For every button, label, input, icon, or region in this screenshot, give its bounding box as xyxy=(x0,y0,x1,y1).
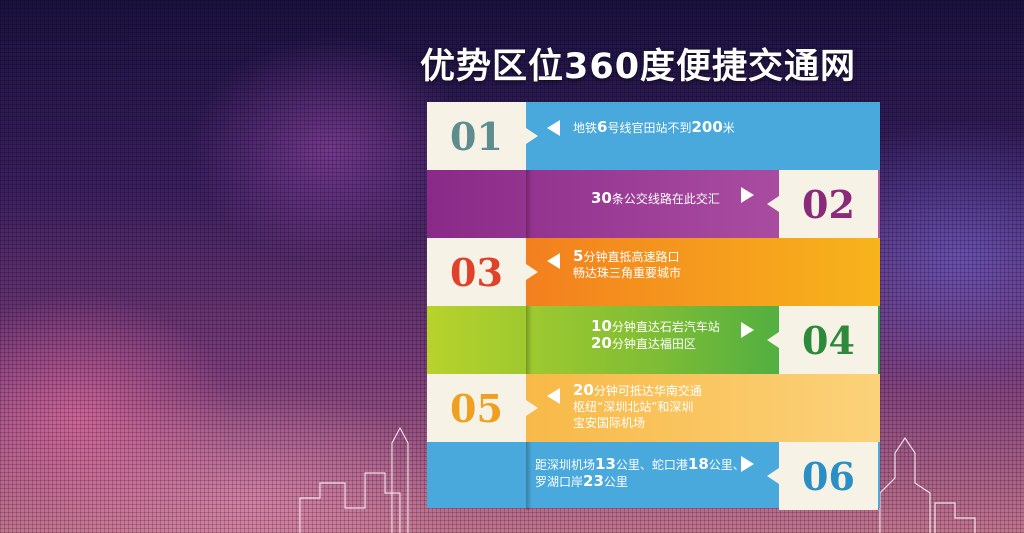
arrow-left-icon xyxy=(547,388,560,404)
highlight-number: 200 xyxy=(691,118,723,136)
text-segment: 罗湖口岸 xyxy=(535,475,584,489)
text-segment: 号线官田站不到 xyxy=(607,121,692,135)
number-badge-03: 03 xyxy=(427,238,538,306)
text-segment: 距深圳机场 xyxy=(535,458,596,472)
text-segment: 米 xyxy=(722,121,735,135)
row-text-line: 枢纽“深圳北站”和深圳 xyxy=(573,399,702,415)
text-segment: 分钟直达石岩汽车站 xyxy=(611,320,720,334)
row-text-line: 20分钟直达福田区 xyxy=(591,335,720,352)
highlight-number: 20 xyxy=(573,381,594,399)
highlight-number: 20 xyxy=(591,334,612,352)
row-text-line: 5分钟直抵高速路口 xyxy=(573,248,681,265)
highlight-number: 23 xyxy=(583,472,604,490)
number-label-05: 05 xyxy=(450,385,503,431)
row-text-3: 5分钟直抵高速路口 畅达珠三角重要城市 xyxy=(573,248,681,281)
text-segment: 畅达珠三角重要城市 xyxy=(573,266,682,280)
row-text-line: 距深圳机场13公里、蛇口港18公里、 xyxy=(535,456,745,473)
row-text-2: 30条公交线路在此交汇 xyxy=(591,190,720,207)
number-badge-04: 04 xyxy=(767,306,878,374)
row-text-6: 距深圳机场13公里、蛇口港18公里、 罗湖口岸23公里 xyxy=(535,456,745,490)
number-label-06: 06 xyxy=(802,453,855,499)
number-label-04: 04 xyxy=(802,317,855,363)
row-text-5: 20分钟可抵达华南交通 枢纽“深圳北站”和深圳 宝安国际机场 xyxy=(573,382,702,431)
row-text-line: 10分钟直达石岩汽车站 xyxy=(591,318,720,335)
text-segment: 分钟可抵达华南交通 xyxy=(593,384,702,398)
row-text-line: 罗湖口岸23公里 xyxy=(535,473,745,490)
text-segment: 公里 xyxy=(603,475,628,489)
arrow-right-icon xyxy=(741,322,754,338)
arrow-left-icon xyxy=(547,120,560,136)
number-badge-06: 06 xyxy=(767,442,878,510)
row-text-line: 20分钟可抵达华南交通 xyxy=(573,382,702,399)
row-text-1: 地铁6号线官田站不到200米 xyxy=(573,119,735,136)
arrow-right-icon xyxy=(741,187,754,203)
text-segment: 分钟直抵高速路口 xyxy=(583,250,680,264)
number-label-03: 03 xyxy=(450,249,503,295)
fold-shadow xyxy=(526,170,532,238)
row-text-line: 畅达珠三角重要城市 xyxy=(573,265,681,281)
highlight-number: 30 xyxy=(591,189,612,207)
text-segment: 公里、 xyxy=(708,458,745,472)
number-badge-02: 02 xyxy=(767,170,878,238)
arrow-right-icon xyxy=(741,456,754,472)
arrow-left-icon xyxy=(547,253,560,269)
row-text-line: 宝安国际机场 xyxy=(573,415,702,431)
fold-shadow xyxy=(526,306,532,374)
row-text-line: 30条公交线路在此交汇 xyxy=(591,190,720,207)
highlight-number: 6 xyxy=(597,118,608,136)
highlight-number: 13 xyxy=(595,455,616,473)
highlight-number: 10 xyxy=(591,317,612,335)
number-badge-01: 01 xyxy=(427,102,538,170)
highlight-number: 18 xyxy=(687,455,709,473)
fold-shadow xyxy=(526,442,532,510)
page-title: 优势区位360度便捷交通网 xyxy=(420,47,857,87)
number-badge-05: 05 xyxy=(427,374,538,442)
transport-panel: 01 地铁6号线官田站不到200米 02 30条公交线路在此交汇 03 5分钟直… xyxy=(427,102,880,510)
text-segment: 条公交线路在此交汇 xyxy=(611,192,720,206)
text-segment: 公里、蛇口港 xyxy=(615,458,688,472)
highlight-number: 5 xyxy=(573,247,584,265)
row-text-4: 10分钟直达石岩汽车站 20分钟直达福田区 xyxy=(591,318,720,352)
text-segment: 枢纽“深圳北站”和深圳 xyxy=(573,400,694,414)
text-segment: 分钟直达福田区 xyxy=(611,337,696,351)
number-label-01: 01 xyxy=(450,113,503,159)
row-text-line: 地铁6号线官田站不到200米 xyxy=(573,119,735,136)
text-segment: 地铁 xyxy=(573,121,598,135)
number-label-02: 02 xyxy=(802,181,855,227)
text-segment: 宝安国际机场 xyxy=(573,416,646,430)
